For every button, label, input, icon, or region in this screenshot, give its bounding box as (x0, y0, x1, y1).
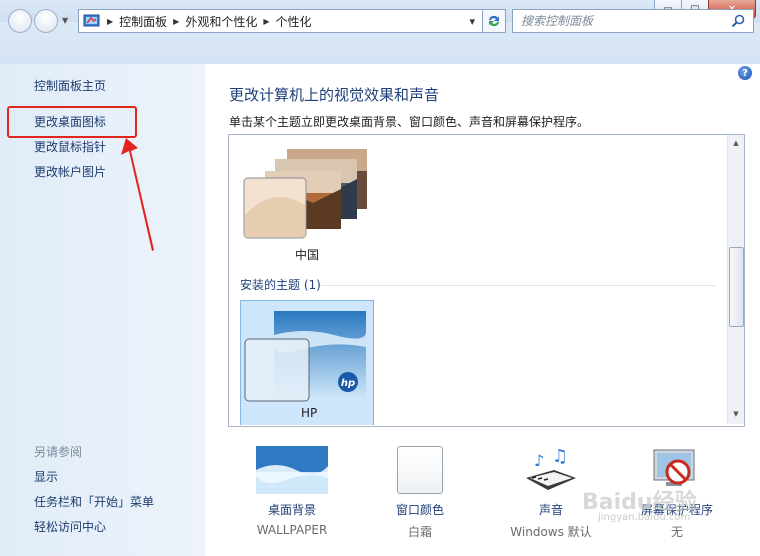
breadcrumb-control-panel[interactable]: 控制面板 (119, 13, 167, 30)
theme-hp-thumbnail[interactable]: hp (244, 305, 370, 403)
change-mouse-pointers-link[interactable]: 更改鼠标指针 (34, 138, 106, 155)
sound-icon[interactable]: ♪ ♫ (524, 446, 578, 494)
breadcrumb-separator-icon: ▶ (263, 16, 270, 26)
see-also-heading: 另请参阅 (34, 445, 83, 459)
sounds-link[interactable]: 声音 (515, 501, 587, 518)
page-title: 更改计算机上的视觉效果和声音 (229, 86, 440, 104)
taskbar-start-menu-link[interactable]: 任务栏和「开始」菜单 (34, 493, 154, 510)
ease-of-access-link[interactable]: 轻松访问中心 (34, 518, 106, 535)
display-link[interactable]: 显示 (34, 468, 58, 485)
breadcrumb-separator-icon: ▶ (107, 16, 114, 26)
scroll-up-icon[interactable]: ▲ (731, 139, 741, 149)
change-account-picture-link[interactable]: 更改帐户图片 (34, 163, 106, 180)
theme-china-thumbnail[interactable] (243, 145, 373, 243)
refresh-icon (489, 15, 499, 27)
window-color-icon[interactable] (397, 446, 443, 494)
search-input[interactable] (519, 13, 731, 29)
control-panel-home-link[interactable]: 控制面板主页 (34, 77, 106, 94)
desktop-background-link[interactable]: 桌面背景 (256, 501, 328, 518)
search-box[interactable] (512, 9, 754, 33)
address-bar[interactable]: ▶ 控制面板 ▶ 外观和个性化 ▶ 个性化 ▾ (78, 9, 506, 33)
search-icon[interactable] (731, 14, 745, 28)
theme-list-scrollbar[interactable]: ▲ ▼ (727, 135, 744, 424)
breadcrumb-appearance[interactable]: 外观和个性化 (185, 13, 257, 30)
screen-saver-value: 无 (670, 525, 683, 539)
help-icon: ? (742, 67, 748, 79)
theme-china-label[interactable]: 中国 (295, 246, 319, 263)
sounds-value: Windows 默认 (510, 525, 592, 539)
breadcrumb-personalization[interactable]: 个性化 (276, 13, 312, 30)
window-color-value: 白霜 (407, 525, 432, 539)
svg-text:♫: ♫ (552, 446, 568, 467)
recent-pages-icon[interactable]: ▼ (62, 16, 68, 25)
svg-text:♪: ♪ (534, 451, 544, 470)
window-color-link[interactable]: 窗口颜色 (384, 501, 456, 518)
desktop-background-value: WALLPAPER (256, 523, 328, 537)
theme-hp-label[interactable]: HP (301, 406, 317, 420)
hp-logo-icon: hp (341, 378, 355, 389)
wallpaper-icon[interactable] (256, 446, 328, 494)
forward-button[interactable] (34, 9, 58, 33)
address-dropdown-icon[interactable]: ▾ (469, 15, 475, 28)
watermark-url: jingyan.baidu.com (598, 512, 691, 523)
divider (321, 285, 716, 286)
refresh-button[interactable] (482, 9, 506, 33)
scroll-thumb[interactable] (729, 247, 744, 327)
back-button[interactable] (8, 9, 32, 33)
theme-list[interactable]: 中国 安装的主题 (1) hp HP ▲ ▼ (228, 134, 745, 427)
page-description: 单击某个主题立即更改桌面背景、窗口颜色、声音和屏幕保护程序。 (229, 115, 590, 129)
installed-themes-heading: 安装的主题 (1) (240, 278, 321, 292)
control-panel-icon (83, 14, 100, 27)
highlight-box (7, 106, 137, 138)
help-button[interactable]: ? (738, 66, 752, 80)
scroll-down-icon[interactable]: ▼ (731, 410, 741, 420)
breadcrumb-separator-icon: ▶ (173, 16, 180, 26)
